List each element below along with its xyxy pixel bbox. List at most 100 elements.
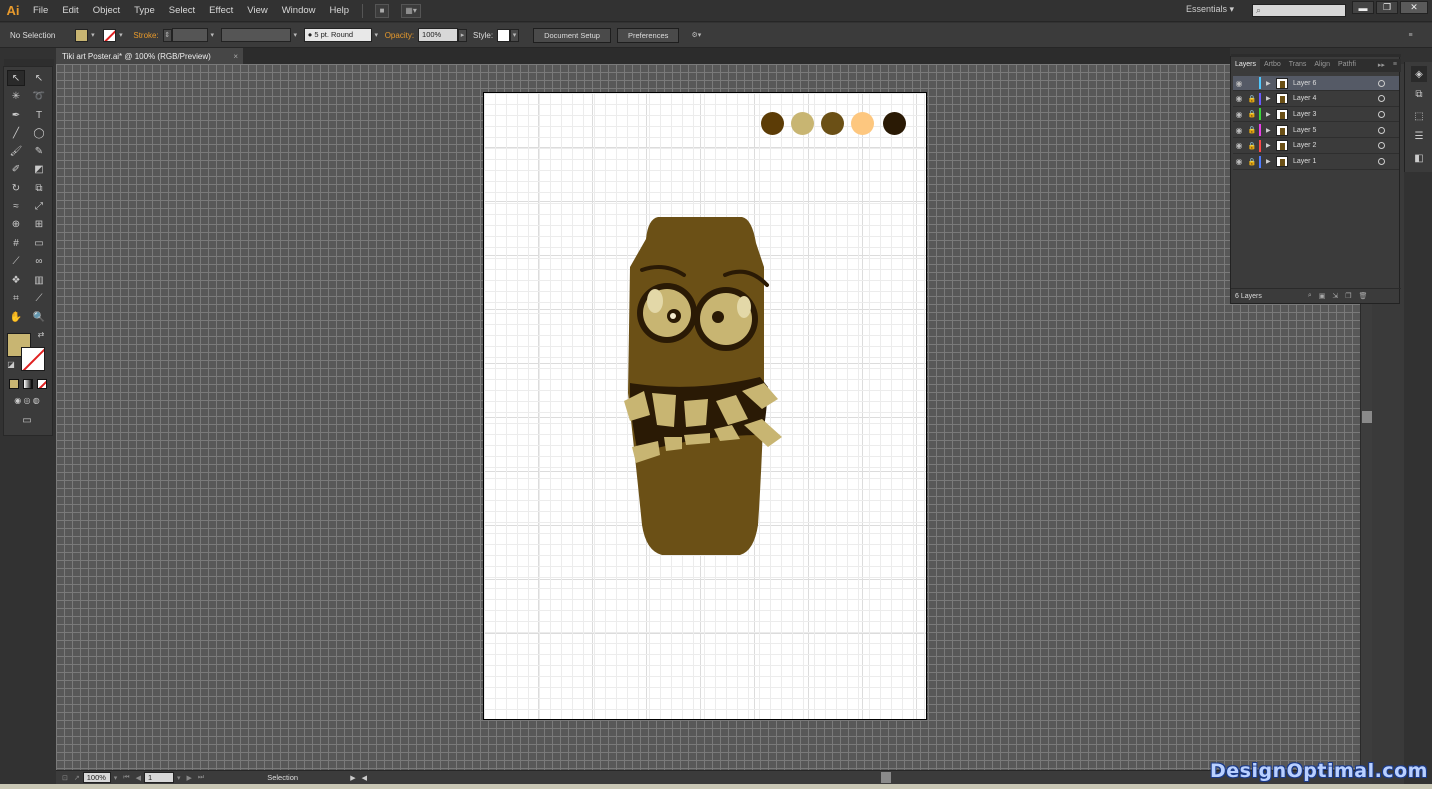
zoom-tool-icon[interactable]: 🔍 [30,309,48,325]
layer-name[interactable]: Layer 3 [1293,111,1378,118]
layer-target-icon[interactable] [1378,126,1385,134]
lasso-tool-icon[interactable]: ➰ [30,88,48,104]
free-transform-tool-icon[interactable]: ⤢ [30,198,48,214]
zoom-dropdown-icon[interactable]: ▾ [114,774,118,782]
visibility-eye-icon[interactable]: ◉ [1233,94,1245,103]
workspace-switcher[interactable]: Essentials ▾ [1186,4,1234,15]
palette-swatch[interactable] [791,112,814,135]
new-sublayer-icon[interactable]: ⇲ [1332,292,1338,300]
stroke-label[interactable]: Stroke: [133,31,158,40]
opacity-field[interactable]: 100% [418,28,459,42]
tab-transform[interactable]: Trans [1285,59,1311,72]
status-icon[interactable]: ⊡ [62,774,68,782]
layer-row[interactable]: ◉ 🔒 ▶ Layer 5 [1233,123,1399,139]
canvas-area[interactable] [56,64,1360,770]
gradient-mode-icon[interactable] [23,379,33,389]
fill-color-swatch[interactable] [75,28,89,42]
lock-toggle-icon[interactable]: 🔒 [1245,110,1259,118]
stroke-stepper[interactable]: ⇕ [162,28,172,42]
stroke-none-swatch[interactable] [103,28,117,42]
menu-object[interactable]: Object [86,5,127,16]
close-button[interactable]: ✕ [1400,1,1428,14]
fill-dropdown-icon[interactable]: ▾ [88,29,97,42]
default-colors-icon[interactable]: ◪ [5,359,17,369]
artboards-dock-icon[interactable]: ⧉ [1411,86,1427,102]
delete-layer-icon[interactable]: 🗑 [1359,292,1368,300]
menu-edit[interactable]: Edit [55,5,85,16]
menu-window[interactable]: Window [275,5,323,16]
gradient-tool-icon[interactable]: ▭ [30,235,48,251]
layer-target-icon[interactable] [1378,110,1385,118]
menu-help[interactable]: Help [323,5,357,16]
make-clipping-mask-icon[interactable]: ▣ [1319,292,1326,300]
layer-target-icon[interactable] [1378,158,1385,165]
blend-tool-icon[interactable]: ∞ [30,253,48,269]
horizontal-scroll-thumb[interactable] [881,772,891,783]
bridge-icon[interactable]: ■ [375,3,390,18]
line-tool-icon[interactable]: ╱ [7,125,25,141]
layer-row[interactable]: ◉ 🔒 ▶ Layer 1 [1233,155,1399,170]
tab-align[interactable]: Align [1310,59,1334,72]
palette-swatch[interactable] [761,112,784,135]
tools-panel-grip[interactable] [4,59,54,66]
slice-tool-icon[interactable]: ⟋ [30,290,48,306]
opacity-label[interactable]: Opacity: [385,31,414,40]
screen-mode-icon[interactable]: ▭ [17,413,37,427]
previous-artboard-icon[interactable]: ◀ [136,774,141,782]
expand-triangle-icon[interactable]: ▶ [1266,127,1276,134]
type-tool-icon[interactable]: T [30,107,48,123]
close-tab-icon[interactable]: × [233,52,238,61]
panel-expand-icon[interactable]: ▸▸ [1374,59,1389,72]
artboard-tool-icon[interactable]: ⌗ [7,290,25,306]
expand-triangle-icon[interactable]: ▶ [1266,95,1276,102]
expand-triangle-icon[interactable]: ▶ [1266,80,1276,87]
eyedropper-tool-icon[interactable]: ⟋ [7,253,25,269]
artboard-number-field[interactable]: 1 [143,772,174,783]
layer-name[interactable]: Layer 6 [1293,80,1378,87]
lock-toggle-icon[interactable]: 🔒 [1245,158,1259,166]
tiki-mask-artwork[interactable] [624,215,784,560]
stroke-dropdown-icon[interactable]: ▾ [116,29,125,42]
blob-brush-tool-icon[interactable]: ✐ [7,161,25,177]
rotate-tool-icon[interactable]: ↻ [7,180,25,196]
new-layer-icon[interactable]: ❐ [1345,292,1351,300]
lock-toggle-icon[interactable]: 🔒 [1245,142,1259,150]
visibility-eye-icon[interactable]: ◉ [1233,79,1245,88]
restore-button[interactable]: ❐ [1376,1,1398,14]
select-similar-icon[interactable]: ⚙▾ [686,29,706,42]
opacity-arrow-icon[interactable]: ▸ [458,28,468,42]
vertical-scroll-thumb[interactable] [1362,411,1372,423]
arrange-documents-icon[interactable]: ▦▾ [401,3,422,18]
pencil-tool-icon[interactable]: ✎ [30,143,48,159]
next-artboard-icon[interactable]: ▶ [186,774,191,782]
graphic-style-swatch[interactable] [497,28,511,42]
layer-target-icon[interactable] [1378,95,1385,103]
layer-row[interactable]: ◉ 🔒 ▶ Layer 2 [1233,139,1399,154]
locate-object-icon[interactable]: ⌕ [1308,292,1312,300]
visibility-eye-icon[interactable]: ◉ [1233,126,1245,135]
swap-fill-stroke-icon[interactable]: ⇄ [35,329,47,339]
artboard[interactable] [483,92,927,720]
menu-view[interactable]: View [240,5,274,16]
selection-tool-icon[interactable]: ↖ [7,70,25,86]
expand-triangle-icon[interactable]: ▶ [1266,142,1276,149]
ellipse-tool-icon[interactable]: ◯ [30,125,48,141]
layer-name[interactable]: Layer 5 [1293,127,1378,134]
eraser-tool-icon[interactable]: ◩ [30,161,48,177]
menu-effect[interactable]: Effect [202,5,240,16]
visibility-eye-icon[interactable]: ◉ [1233,141,1245,150]
none-mode-icon[interactable] [37,379,47,389]
stroke-color-box[interactable] [21,347,45,371]
align-dock-icon[interactable]: ☰ [1411,128,1427,144]
pathfinder-dock-icon[interactable]: ◧ [1411,150,1427,166]
scale-tool-icon[interactable]: ⧉ [30,180,48,196]
layer-target-icon[interactable] [1378,142,1385,150]
lock-toggle-icon[interactable]: 🔒 [1245,95,1259,103]
preferences-button[interactable]: Preferences [616,27,680,43]
panel-options-icon[interactable]: ≡ [1389,59,1401,72]
expand-triangle-icon[interactable]: ▶ [1266,158,1276,165]
palette-swatch[interactable] [851,112,874,135]
panel-menu-icon[interactable]: ≡ [1406,29,1415,42]
search-input[interactable]: ⌕ [1252,4,1346,17]
brush-definition-field[interactable]: ● 5 pt. Round [303,28,372,42]
